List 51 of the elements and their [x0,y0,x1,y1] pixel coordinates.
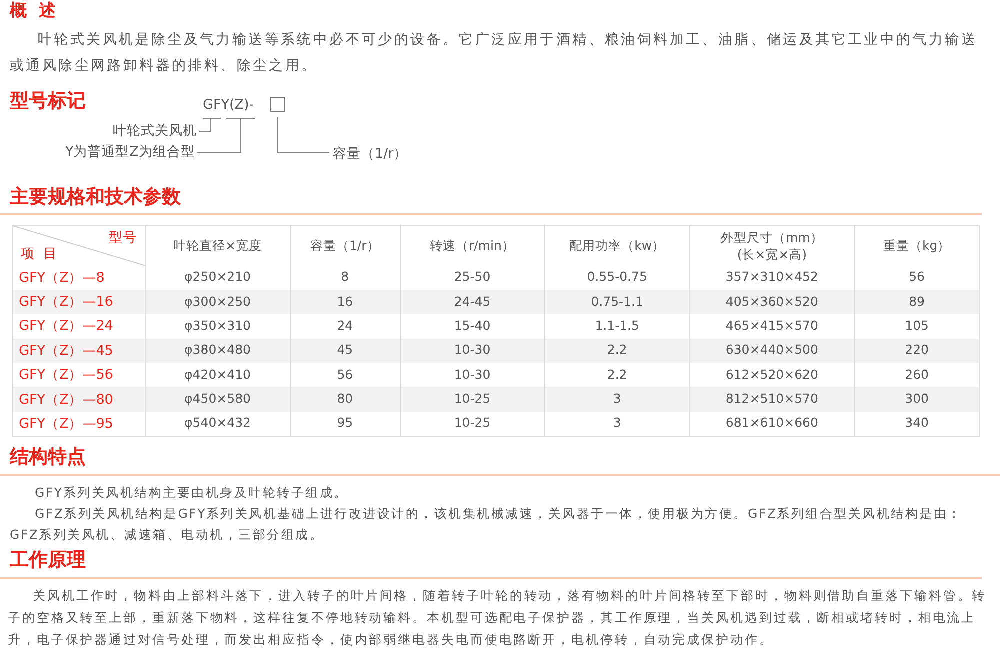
table-cell: 24-45 [400,290,545,314]
table-cell: 10-30 [400,338,545,364]
header-cell: 配用功率（kw） [544,226,690,266]
paragraph: GFZ系列关风机结构是GFY系列关风机基础上进行改进设计的，该机集机械减速，关风器于一体，使用极为方便。GFZ系列组合型关风机结构是由：GFZ系列关风机、减速箱、电动机，三部分组成。 [9,505,964,544]
model-cell: GFY（Z）—16 [12,290,146,314]
table-cell: 681×610×660 [690,412,855,436]
table-cell: 340 [854,412,980,436]
model-cell: GFY（Z）—80 [12,387,146,412]
table-cell: φ380×480 [145,338,290,364]
table-cell: 405×360×520 [690,290,855,314]
table-cell: 220 [854,338,980,364]
table-cell: 0.75-1.1 [544,290,690,314]
paragraph: 关风机工作时，物料由上部料斗落下，进入转子的叶片间格，随着转子叶轮的转动，落有物料的叶片间格转至下部时，物料则借助自重落下输料管。转子的空格又转至上部，重新落下物料，这样往复不停地转动输料。本机型可选配电子保护器，其工作原理，当关风机遇到过载，断相或堵转时，相电流上升，电子保护器通过对信号处理，而发出相应指令，使内部弱继电器失电而使电路断开，电机停转，自动完成保护动作。 [7,586,988,649]
paragraph: 叶轮式关风机是除尘及气力输送等系统中必不可少的设备。它广泛应用于酒精、粮油饲料加工、油脂、储运及其它工业中的气力输送或通风除尘网路卸料器的排料、除尘之用。 [9,30,979,76]
label-text: 叶轮式关风机 [113,122,197,140]
table-cell: 16 [290,290,400,314]
placeholder-box [270,96,285,112]
header-cell: 重量（kg） [854,226,980,266]
header-cell: 容量（1/r） [290,226,400,266]
section-heading: 主要规格和技术参数 [10,184,181,208]
table-cell: 630×440×500 [690,338,855,364]
leader-line [277,116,330,152]
table-cell: 45 [290,338,400,364]
table-cell: 89 [854,290,980,314]
table-cell: φ300×250 [145,290,290,314]
table-cell: 10-25 [400,387,545,412]
label-text: 容量（1/r） [333,144,408,164]
header-cell: 项 目 [21,246,58,262]
table-cell: 812×510×570 [690,387,855,412]
table-cell: 3 [544,412,690,436]
table-cell: φ450×580 [145,387,290,412]
table-cell: 10-25 [400,412,545,436]
section-heading: 概 述 [10,0,56,22]
model-code: GFY(Z)- [203,96,254,114]
header-cell: 外型尺寸（mm） (长×宽×高) [690,226,855,266]
section-heading: 结构特点 [10,444,86,469]
table-cell: 3 [544,387,690,412]
model-cell: GFY（Z）—45 [12,338,146,364]
section-heading: 型号标记 [10,88,87,112]
table-cell: 80 [290,387,400,412]
label-text: Y为普通型Z为组合型 [66,142,195,162]
header-cell: 转速（r/min） [400,226,545,266]
table-cell: φ540×432 [145,412,290,436]
header-cell: 型号 [108,230,137,247]
header-cell: 叶轮直径×宽度 [145,226,290,266]
section-heading: 工作原理 [10,548,86,572]
table-cell: 2.2 [544,338,690,364]
paragraph: GFY系列关风机结构主要由机身及叶轮转子组成。 [34,484,350,502]
table-cell: 300 [854,387,980,412]
model-cell: GFY（Z）—95 [12,412,146,436]
table-cell: 95 [290,412,400,436]
